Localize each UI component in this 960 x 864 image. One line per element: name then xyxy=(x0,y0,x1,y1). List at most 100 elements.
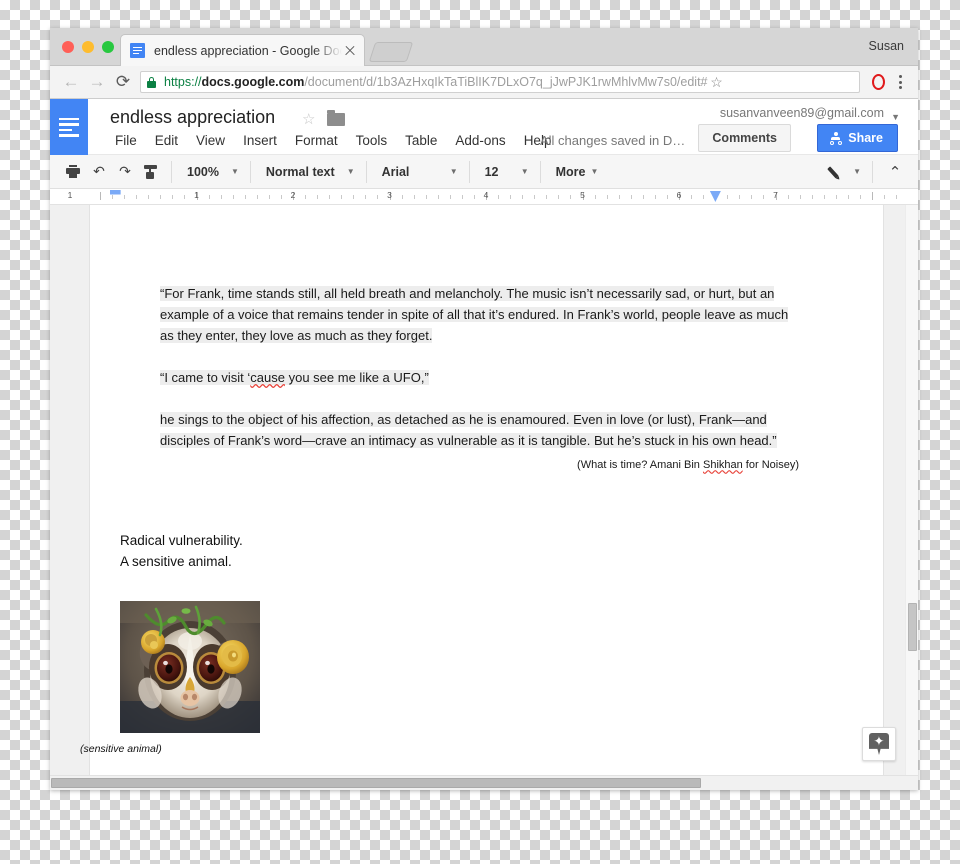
chevron-down-icon[interactable]: ▼ xyxy=(891,112,900,122)
ruler-tick xyxy=(232,195,234,199)
menu-item-addons[interactable]: Add-ons xyxy=(446,131,514,150)
google-docs-logo-icon[interactable] xyxy=(50,99,88,155)
maximize-window-button[interactable] xyxy=(102,41,114,53)
ruler-tick xyxy=(329,195,331,199)
ruler-tick xyxy=(606,195,608,199)
share-button[interactable]: Share xyxy=(817,124,898,152)
star-icon[interactable]: ☆ xyxy=(302,110,315,128)
ruler-tick xyxy=(341,195,343,199)
vertical-scrollbar-thumb[interactable] xyxy=(908,603,917,651)
ruler-tick xyxy=(666,195,668,199)
toolbar-divider xyxy=(872,160,873,183)
paragraph-style-dropdown[interactable]: Normal text ▼ xyxy=(258,160,359,184)
undo-icon[interactable]: ↶ xyxy=(86,160,112,184)
ruler-number: 3 xyxy=(387,190,392,200)
move-to-folder-icon[interactable] xyxy=(327,110,345,126)
ruler-tick xyxy=(799,195,801,199)
citation-line[interactable]: (What is time? Amani Bin Shikhan for Noi… xyxy=(160,459,801,471)
back-icon[interactable]: ← xyxy=(58,69,84,95)
quote-2-post: you see me like a UFO,” xyxy=(285,370,429,386)
toolbar-divider xyxy=(365,160,367,183)
ruler-tick xyxy=(461,195,463,199)
chevron-down-icon: ▼ xyxy=(853,167,861,176)
explore-button[interactable] xyxy=(862,727,896,761)
opera-extension-icon[interactable] xyxy=(866,74,890,90)
chevron-down-icon: ▼ xyxy=(230,167,239,176)
forward-icon[interactable]: → xyxy=(84,69,110,95)
ruler-tick xyxy=(449,195,451,199)
google-docs-app: endless appreciation ☆ File Edit View In… xyxy=(50,99,918,790)
zoom-level-dropdown[interactable]: 100% ▼ xyxy=(179,160,243,184)
ruler-tick xyxy=(136,195,138,199)
paragraph-quote-1[interactable]: “For Frank, time stands still, all held … xyxy=(160,283,801,346)
ruler-tick xyxy=(654,195,656,199)
right-margin-marker[interactable] xyxy=(709,191,721,202)
menu-item-file[interactable]: File xyxy=(106,131,146,150)
horizontal-scrollbar[interactable] xyxy=(50,775,918,790)
bookmark-icon[interactable]: ☆ xyxy=(708,74,726,91)
profile-name[interactable]: Susan xyxy=(869,39,904,53)
kebab-menu-icon[interactable] xyxy=(890,75,910,89)
menu-item-edit[interactable]: Edit xyxy=(146,131,187,150)
ruler-tick xyxy=(305,195,307,199)
ruler-tick xyxy=(896,195,898,199)
lower-text-block: Radical vulnerability. A sensitive anima… xyxy=(80,531,801,755)
misspelled-word-shikhan[interactable]: Shikhan xyxy=(703,459,743,471)
ruler-tick xyxy=(353,195,355,199)
paragraph-quote-2[interactable]: “I came to visit ‘cause you see me like … xyxy=(160,367,801,388)
more-options-dropdown[interactable]: More ▼ xyxy=(548,160,603,184)
menu-item-insert[interactable]: Insert xyxy=(234,131,286,150)
ruler-tick xyxy=(365,195,367,199)
ruler-tick xyxy=(534,195,536,199)
ruler-tick xyxy=(498,195,500,199)
comments-button[interactable]: Comments xyxy=(698,124,791,152)
ruler-tick xyxy=(401,195,403,199)
editing-mode-dropdown[interactable]: ▼ xyxy=(821,160,865,184)
toolbar-divider xyxy=(171,160,172,183)
chevron-down-icon: ▼ xyxy=(449,167,458,176)
ruler-tick xyxy=(618,195,620,199)
new-tab-button[interactable] xyxy=(368,42,414,62)
ruler-tick xyxy=(317,195,319,199)
close-window-button[interactable] xyxy=(62,41,74,53)
lead-line-2[interactable]: A sensitive animal. xyxy=(120,552,801,573)
lead-line-1[interactable]: Radical vulnerability. xyxy=(120,531,801,552)
menu-item-format[interactable]: Format xyxy=(286,131,347,150)
ruler-tick xyxy=(160,195,162,199)
ruler-number: 6 xyxy=(676,190,682,200)
hide-menus-icon[interactable]: ⌃ xyxy=(880,160,910,184)
ruler-tick xyxy=(425,195,427,199)
vertical-scrollbar[interactable] xyxy=(905,205,918,777)
document-page[interactable]: “For Frank, time stands still, all held … xyxy=(80,205,883,777)
paragraph-quote-3[interactable]: he sings to the object of his affection,… xyxy=(160,409,801,451)
browser-tab[interactable]: endless appreciation - Google Docs xyxy=(120,34,365,66)
minimize-window-button[interactable] xyxy=(82,41,94,53)
close-icon[interactable] xyxy=(342,43,358,59)
font-family-dropdown[interactable]: Arial ▼ xyxy=(374,160,462,184)
redo-icon[interactable]: ↷ xyxy=(112,160,138,184)
pencil-icon xyxy=(827,164,845,180)
quote-2-pre: “I came to visit ‘ xyxy=(160,370,251,386)
reload-icon[interactable]: ⟳ xyxy=(110,69,136,95)
menu-item-view[interactable]: View xyxy=(187,131,234,150)
misspelled-word-cause[interactable]: cause xyxy=(250,370,285,385)
share-button-label: Share xyxy=(848,131,883,145)
ruler-tick xyxy=(847,195,849,199)
figure-slow-loris[interactable]: (sensitive animal) xyxy=(80,601,801,755)
horizontal-scrollbar-thumb[interactable] xyxy=(51,778,701,788)
menu-item-table[interactable]: Table xyxy=(396,131,446,150)
menu-item-tools[interactable]: Tools xyxy=(347,131,397,150)
ruler[interactable]: 1 1 2 3 4 5 6 7 xyxy=(50,189,918,205)
tab-strip: endless appreciation - Google Docs Susan xyxy=(50,28,918,66)
ruler-tick xyxy=(522,195,524,199)
document-title[interactable]: endless appreciation xyxy=(110,107,275,128)
address-bar[interactable]: https://docs.google.com/document/d/1b3Az… xyxy=(140,71,860,93)
font-size-dropdown[interactable]: 12 ▼ xyxy=(477,160,533,184)
google-docs-favicon-icon xyxy=(130,43,145,58)
ruler-tick xyxy=(811,195,813,199)
paint-format-icon[interactable] xyxy=(138,160,164,184)
print-icon[interactable] xyxy=(60,160,86,184)
chevron-down-icon: ▼ xyxy=(590,167,599,176)
ruler-tick xyxy=(751,195,753,199)
ruler-number: 2 xyxy=(290,190,296,200)
